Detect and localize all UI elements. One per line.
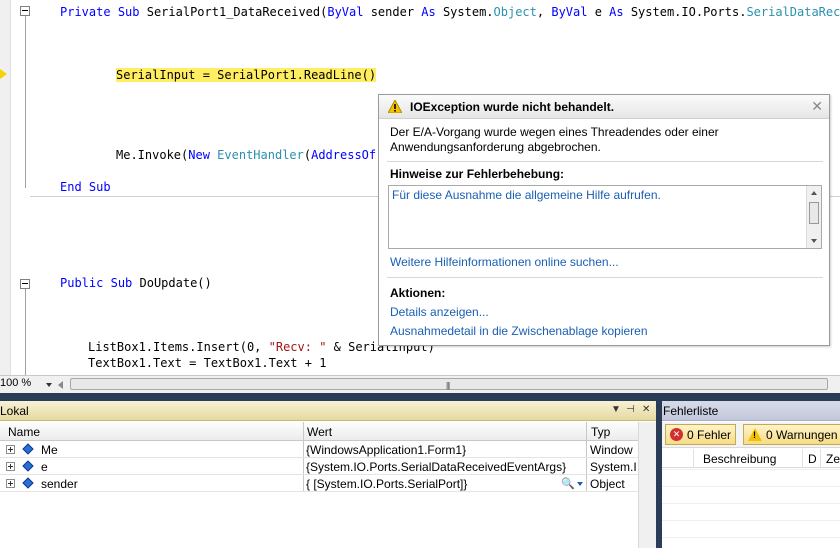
- table-row[interactable]: sender { [System.IO.Ports.SerialPort]} 🔍…: [0, 475, 638, 492]
- column-header-file[interactable]: D: [808, 452, 817, 466]
- column-divider: [303, 475, 304, 491]
- code-line-end-sub[interactable]: End Sub: [60, 180, 111, 194]
- actions-heading: Aktionen:: [390, 286, 446, 300]
- error-list-window[interactable]: Fehlerliste ✕ 0 Fehler 0 Warnungen Besch…: [662, 401, 840, 548]
- show-details-link[interactable]: Details anzeigen...: [390, 305, 489, 319]
- error-list-title-bar[interactable]: Fehlerliste: [662, 401, 840, 421]
- current-statement-highlight: SerialInput = SerialPort1.ReadLine(): [116, 68, 377, 82]
- error-table-header: Beschreibung D Ze: [662, 449, 840, 468]
- close-icon[interactable]: ✕: [642, 404, 650, 415]
- column-divider[interactable]: [693, 449, 694, 468]
- local-name: e: [41, 460, 48, 474]
- local-value[interactable]: { [System.IO.Ports.SerialPort]}: [306, 477, 556, 491]
- hints-heading: Hinweise zur Fehlerbehebung:: [390, 167, 565, 181]
- outline-line: [25, 16, 26, 188]
- exception-assistant-popup[interactable]: IOException wurde nicht behandelt. ✕ Der…: [378, 94, 830, 346]
- warning-icon: [388, 100, 402, 113]
- window-position-dropdown-icon[interactable]: ▼: [611, 404, 621, 415]
- more-help-online-link[interactable]: Weitere Hilfeinformationen online suchen…: [390, 255, 619, 269]
- local-name: Me: [41, 443, 58, 457]
- visualizer-magnifier-icon[interactable]: 🔍: [561, 477, 575, 490]
- locals-window[interactable]: Lokal ▼ ⊣ ✕ Name Wert Typ Me {WindowsApp…: [0, 401, 656, 548]
- grip-icon: |||: [446, 381, 450, 390]
- warnings-count-label: 0 Warnungen: [766, 427, 838, 442]
- exception-header: IOException wurde nicht behandelt. ✕: [379, 95, 829, 119]
- locals-table[interactable]: Name Wert Typ Me {WindowsApplication1.Fo…: [0, 422, 638, 492]
- scroll-down-icon[interactable]: [811, 239, 817, 243]
- errors-count-label: 0 Fehler: [687, 427, 732, 442]
- collapse-toggle-icon[interactable]: [20, 6, 30, 16]
- code-line-textbox[interactable]: TextBox1.Text = TextBox1.Text + 1: [88, 356, 326, 370]
- column-divider[interactable]: [820, 449, 821, 468]
- table-row[interactable]: Me {WindowsApplication1.Form1} Window: [0, 441, 638, 458]
- error-list-title: Fehlerliste: [663, 404, 719, 418]
- local-value[interactable]: {WindowsApplication1.Form1}: [306, 443, 584, 457]
- collapse-toggle-icon[interactable]: [20, 279, 30, 289]
- editor-horizontal-bar: 100 % |||: [0, 375, 840, 393]
- copy-exception-detail-link[interactable]: Ausnahmedetail in die Zwischenablage kop…: [390, 324, 648, 338]
- divider: [387, 161, 823, 162]
- local-type: Window: [590, 443, 633, 457]
- error-icon: ✕: [670, 428, 683, 441]
- table-row[interactable]: e {System.IO.Ports.SerialDataReceivedEve…: [0, 458, 638, 475]
- table-header: Name Wert Typ: [0, 422, 638, 441]
- scroll-up-icon[interactable]: [811, 191, 817, 195]
- local-type: System.I: [590, 460, 636, 474]
- visualizer-dropdown-icon[interactable]: [577, 482, 583, 486]
- pin-icon[interactable]: ⊣: [626, 404, 635, 415]
- code-line-sub-declaration[interactable]: Private Sub SerialPort1_DataReceived(ByV…: [60, 5, 840, 19]
- code-editor[interactable]: Private Sub SerialPort1_DataReceived(ByV…: [0, 0, 840, 375]
- error-list-toolbar: ✕ 0 Fehler 0 Warnungen: [662, 422, 840, 448]
- variable-icon: [22, 443, 34, 455]
- column-divider: [586, 441, 587, 457]
- current-statement-arrow-icon: [0, 69, 7, 79]
- column-divider: [586, 475, 587, 491]
- column-header-name[interactable]: Name: [8, 425, 40, 439]
- column-header-line[interactable]: Ze: [826, 452, 840, 466]
- column-divider: [303, 441, 304, 457]
- column-header-type[interactable]: Typ: [591, 425, 610, 439]
- expand-icon[interactable]: [6, 462, 15, 471]
- code-line-doupdate-declaration[interactable]: Public Sub DoUpdate(): [60, 276, 212, 290]
- exception-message: Der E/A-Vorgang wurde wegen eines Thread…: [390, 125, 719, 154]
- close-icon[interactable]: ✕: [811, 99, 823, 113]
- column-divider[interactable]: [586, 422, 587, 440]
- locals-title: Lokal: [0, 404, 29, 418]
- warning-icon: [748, 428, 762, 441]
- column-header-description[interactable]: Beschreibung: [703, 452, 776, 466]
- error-list-rows[interactable]: [662, 469, 840, 548]
- zoom-dropdown-icon[interactable]: [46, 383, 52, 387]
- variable-icon: [22, 460, 34, 472]
- local-name: sender: [41, 477, 78, 491]
- column-divider: [303, 458, 304, 474]
- column-divider[interactable]: [303, 422, 304, 440]
- tool-window-band: [0, 393, 840, 401]
- scroll-thumb[interactable]: [809, 202, 819, 224]
- hints-scrollbar[interactable]: [806, 186, 821, 248]
- local-value[interactable]: {System.IO.Ports.SerialDataReceivedEvent…: [306, 460, 584, 474]
- zoom-level[interactable]: 100 %: [0, 377, 31, 389]
- expand-icon[interactable]: [6, 479, 15, 488]
- indicator-margin[interactable]: [0, 0, 11, 375]
- expand-icon[interactable]: [6, 445, 15, 454]
- column-header-value[interactable]: Wert: [307, 425, 332, 439]
- column-divider[interactable]: [802, 449, 803, 468]
- variable-icon: [22, 477, 34, 489]
- locals-title-bar[interactable]: Lokal ▼ ⊣ ✕: [0, 401, 656, 421]
- hints-list[interactable]: Für diese Ausnahme die allgemeine Hilfe …: [388, 185, 822, 249]
- local-type: Object: [590, 477, 625, 491]
- hint-link[interactable]: Für diese Ausnahme die allgemeine Hilfe …: [392, 188, 661, 202]
- warnings-filter-button[interactable]: 0 Warnungen: [743, 424, 840, 445]
- code-line-current-statement[interactable]: SerialInput = SerialPort1.ReadLine(): [116, 68, 377, 82]
- errors-filter-button[interactable]: ✕ 0 Fehler: [665, 424, 737, 445]
- scroll-left-icon[interactable]: [58, 381, 63, 389]
- exception-title: IOException wurde nicht behandelt.: [410, 99, 615, 114]
- outline-line: [25, 289, 26, 375]
- column-divider: [586, 458, 587, 474]
- locals-vertical-scrollbar[interactable]: [638, 422, 656, 548]
- divider: [387, 277, 823, 278]
- horizontal-scroll-thumb[interactable]: |||: [70, 378, 828, 390]
- code-line-invoke[interactable]: Me.Invoke(New EventHandler(AddressOf D: [116, 148, 391, 162]
